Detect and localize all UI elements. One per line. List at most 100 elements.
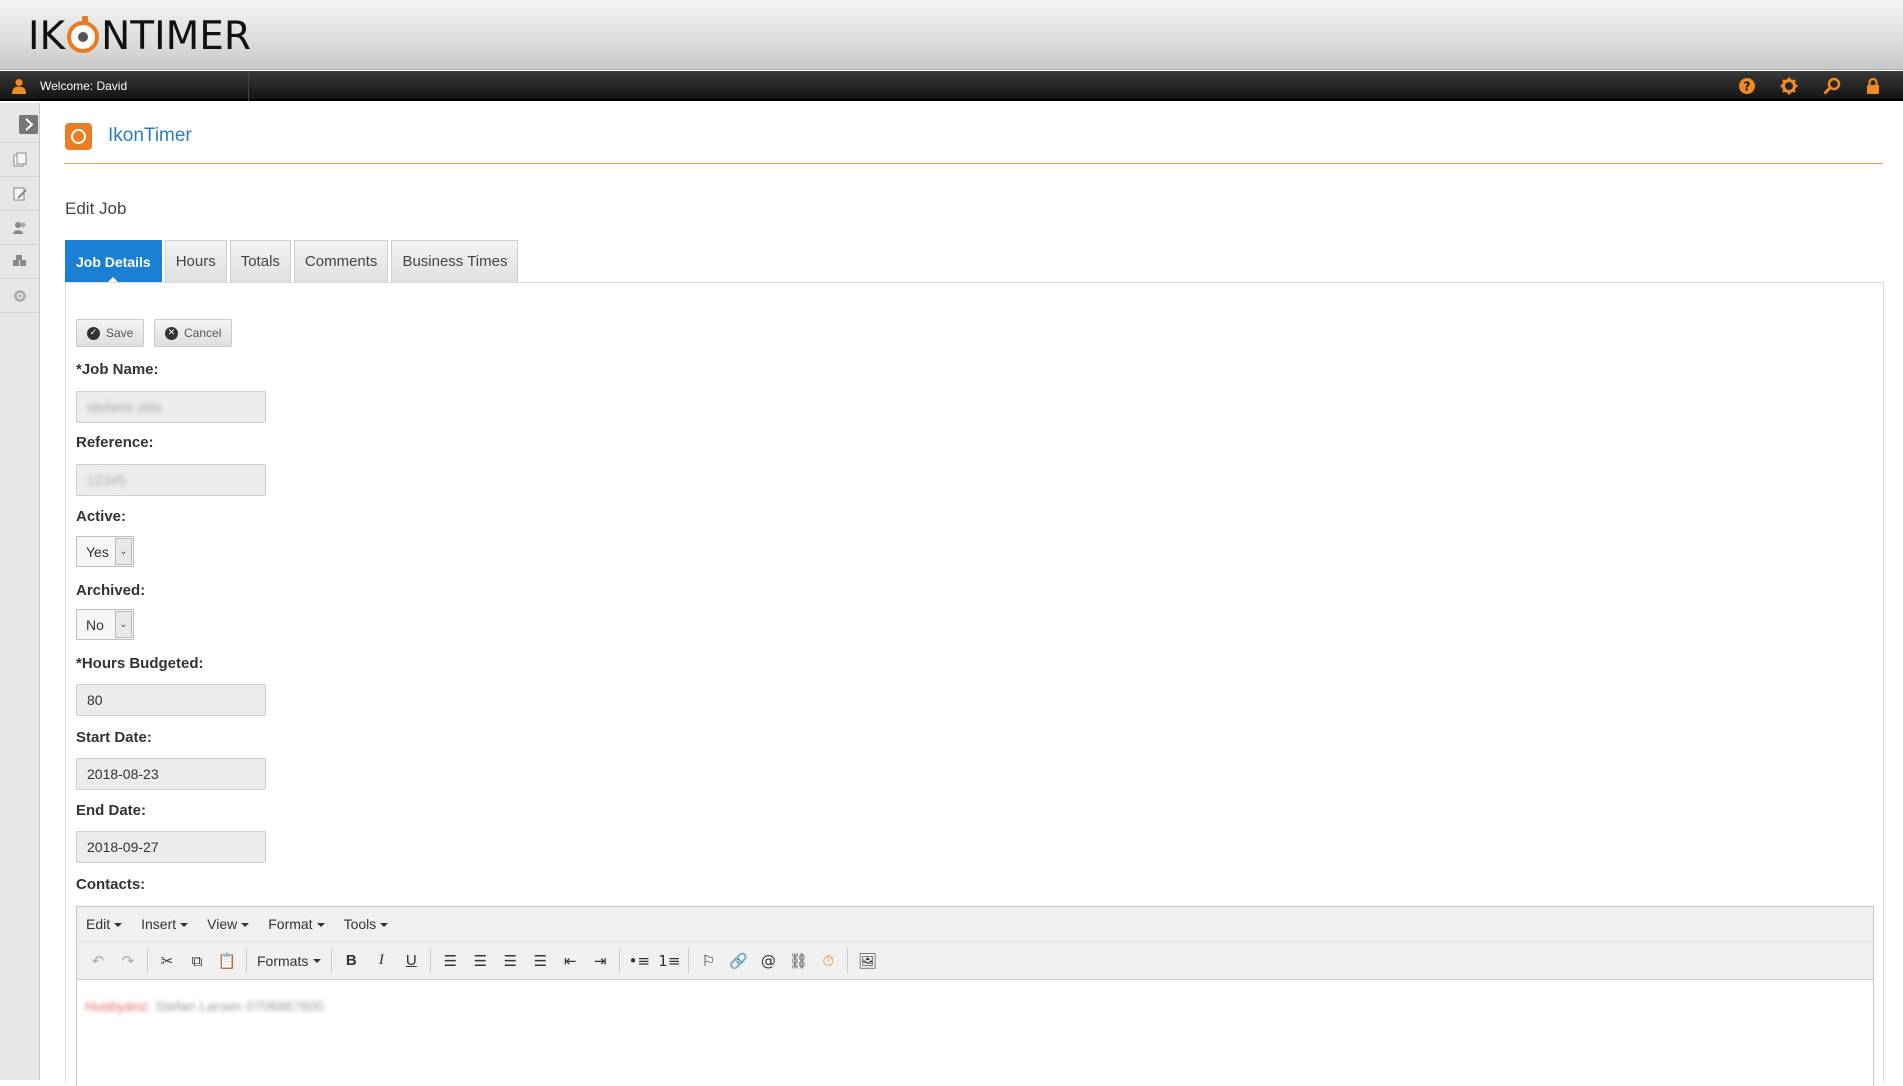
editor-toolbar: ↶ ↷ ✂ ⧉ 📋 Formats B I U ☰ ☰ ☰ ☰ ⇤ ⇥ •≡ 1…	[77, 942, 1873, 980]
reference-label: Reference:	[76, 434, 154, 451]
puzzle-icon	[12, 254, 26, 266]
tab-totals[interactable]: Totals	[229, 240, 291, 282]
lock-icon[interactable]	[1864, 77, 1882, 95]
underline-icon[interactable]: U	[396, 946, 426, 976]
copy-icon[interactable]: ⧉	[182, 946, 212, 976]
reference-value: 12345	[87, 472, 126, 488]
user-icon	[12, 79, 26, 94]
save-button-label: Save	[106, 326, 134, 340]
side-nav	[0, 103, 40, 1080]
tab-business-times[interactable]: Business Times	[391, 240, 519, 282]
stopwatch-icon	[65, 122, 92, 150]
chevron-down-icon[interactable]: ⌄	[115, 538, 132, 565]
toolbar-separator	[147, 947, 148, 974]
sidebar-item-modules[interactable]	[0, 245, 39, 279]
hours-budgeted-label: *Hours Budgeted:	[76, 655, 204, 672]
sidebar-item-jobs[interactable]	[0, 143, 39, 177]
topbar-divider	[248, 71, 249, 101]
save-button[interactable]: ✓ Save	[76, 319, 145, 347]
tab-comments[interactable]: Comments	[293, 240, 389, 282]
sidebar-item-settings[interactable]	[0, 279, 39, 313]
align-right-icon[interactable]: ☰	[495, 946, 525, 976]
outdent-icon[interactable]: ⇤	[555, 946, 585, 976]
bold-icon[interactable]: B	[336, 946, 366, 976]
sidebar-item-users[interactable]	[0, 211, 39, 245]
stopwatch-logo-icon	[67, 16, 100, 53]
menu-format[interactable]: Format	[268, 916, 325, 932]
hours-budgeted-field[interactable]: 80	[76, 684, 266, 716]
active-label: Active:	[76, 508, 127, 525]
job-name-label: *Job Name:	[76, 361, 159, 378]
users-icon	[12, 221, 25, 234]
active-value: Yes	[86, 543, 109, 560]
sidebar-item-tasks[interactable]	[0, 177, 39, 211]
job-name-field[interactable]: stefano villa	[76, 391, 266, 423]
sidebar-toggle[interactable]	[0, 103, 39, 143]
app-title[interactable]: IkonTimer	[108, 125, 192, 147]
tab-job-details[interactable]: Job Details	[65, 240, 162, 283]
menu-tools[interactable]: Tools	[344, 916, 389, 932]
image-icon[interactable]: 🖼	[852, 946, 882, 976]
redo-icon[interactable]: ↷	[113, 946, 143, 976]
archived-value: No	[86, 616, 104, 633]
archived-label: Archived:	[76, 582, 146, 599]
menu-view[interactable]: View	[207, 916, 250, 932]
toolbar-separator	[619, 947, 621, 974]
app-title-row: IkonTimer	[65, 121, 192, 151]
numbered-list-icon[interactable]: 1≡	[654, 946, 684, 976]
toolbar-separator	[847, 947, 849, 974]
toolbar-separator	[430, 947, 432, 974]
help-icon[interactable]: ?	[1738, 77, 1756, 95]
start-date-field[interactable]: 2018-08-23	[76, 758, 266, 790]
menu-edit[interactable]: Edit	[86, 916, 123, 932]
start-date-label: Start Date:	[76, 729, 152, 746]
bullet-list-icon[interactable]: •≡	[624, 946, 654, 976]
end-date-value: 2018-09-27	[87, 839, 159, 855]
end-date-field[interactable]: 2018-09-27	[76, 831, 266, 863]
search-icon[interactable]	[1823, 77, 1841, 95]
bookmark-icon[interactable]: ⚐	[693, 946, 723, 976]
expand-icon[interactable]	[19, 115, 38, 134]
svg-text:?: ?	[1744, 80, 1751, 94]
end-date-label: End Date:	[76, 802, 147, 819]
ikontimer-logo: IK NTIMER	[28, 8, 251, 56]
cancel-button[interactable]: ✕ Cancel	[154, 319, 233, 347]
link-icon[interactable]: 🔗	[723, 946, 753, 976]
unlink-icon[interactable]: ⛓	[783, 946, 813, 976]
paste-icon[interactable]: 📋	[212, 946, 242, 976]
menu-insert[interactable]: Insert	[141, 916, 189, 932]
tab-hours[interactable]: Hours	[164, 240, 227, 282]
chevron-down-icon[interactable]: ⌄	[115, 611, 132, 638]
stopwatch-insert-icon[interactable]: ⏱	[813, 946, 843, 976]
active-select[interactable]: Yes ⌄	[76, 536, 134, 567]
toolbar-separator	[688, 947, 690, 974]
formats-dropdown[interactable]: Formats	[251, 946, 327, 976]
job-details-panel: ✓ Save ✕ Cancel *Job Name: stefano villa…	[65, 282, 1884, 1086]
contacts-editor: Edit Insert View Format Tools ↶ ↷ ✂ ⧉ 📋 …	[76, 906, 1874, 1086]
gear-icon[interactable]	[1780, 77, 1798, 95]
editor-content-label: Husbyanz:	[85, 998, 152, 1014]
archived-select[interactable]: No ⌄	[76, 609, 134, 640]
cancel-button-label: Cancel	[184, 326, 222, 340]
tab-bar: Job Details Hours Totals Comments Busine…	[65, 240, 521, 283]
align-justify-icon[interactable]: ☰	[525, 946, 555, 976]
settings-gear-icon	[13, 289, 26, 302]
indent-icon[interactable]: ⇥	[585, 946, 615, 976]
edit-document-icon	[13, 187, 27, 200]
align-left-icon[interactable]: ☰	[435, 946, 465, 976]
editor-body[interactable]: Husbyanz: Stefan Larsen 0706867600	[77, 980, 1873, 1032]
editor-content: Husbyanz: Stefan Larsen 0706867600	[85, 998, 324, 1014]
hours-budgeted-value: 80	[87, 692, 103, 708]
logo-text-prefix: IK	[28, 14, 66, 59]
welcome-text: Welcome: David	[40, 79, 128, 93]
reference-field[interactable]: 12345	[76, 464, 266, 496]
cut-icon[interactable]: ✂	[152, 946, 182, 976]
contacts-label: Contacts:	[76, 876, 146, 893]
undo-icon[interactable]: ↶	[83, 946, 113, 976]
job-name-value: stefano villa	[87, 399, 161, 415]
italic-icon[interactable]: I	[366, 946, 396, 976]
toolbar-separator	[331, 947, 333, 974]
mention-icon[interactable]: @	[753, 946, 783, 976]
align-center-icon[interactable]: ☰	[465, 946, 495, 976]
page-title: Edit Job	[65, 199, 127, 218]
